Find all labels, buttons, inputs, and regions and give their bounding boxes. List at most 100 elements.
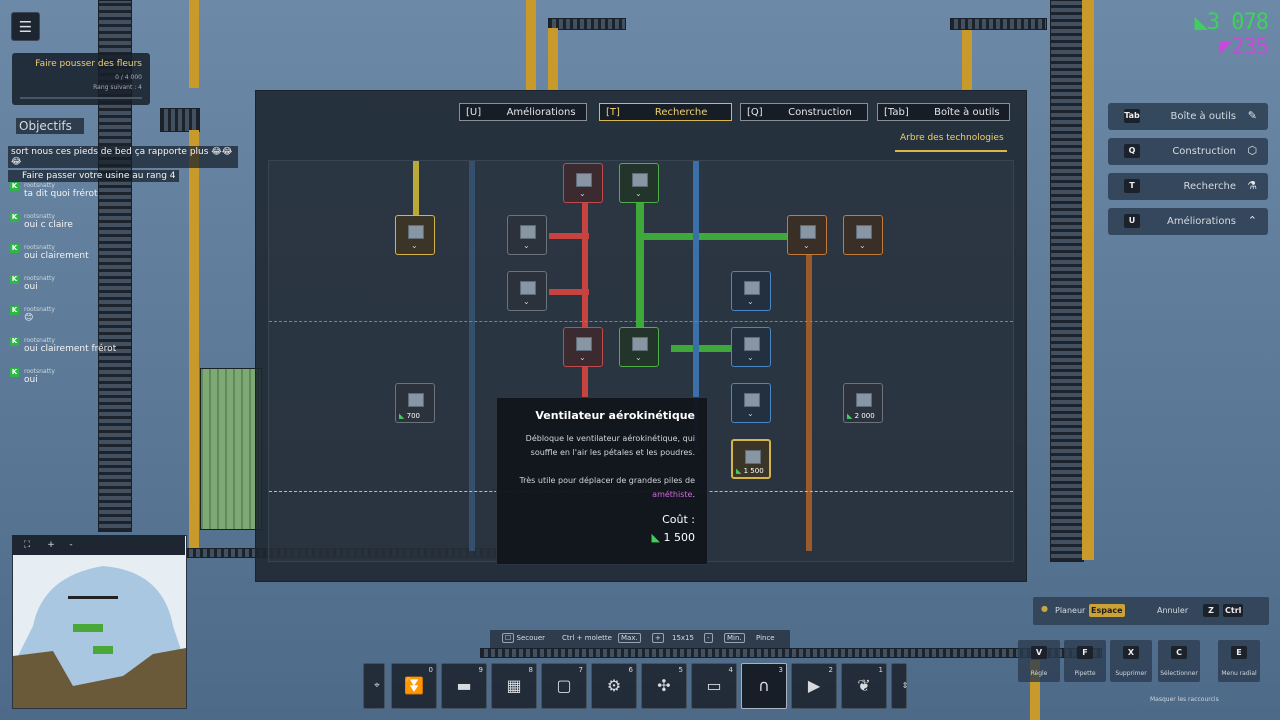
cube-icon: ⬡: [1247, 144, 1257, 157]
shortcut-ruler[interactable]: V Règle: [1018, 640, 1060, 682]
currency-display: ◣3 078 ◤235: [1194, 10, 1269, 60]
tech-tooltip: Ventilateur aérokinétique Débloque le ve…: [496, 397, 708, 565]
checkbox-icon[interactable]: ☐: [502, 633, 515, 643]
hamburger-icon: ☰: [18, 17, 33, 36]
zoom-out-button[interactable]: -: [64, 539, 78, 551]
shortcut-row: ● Planeur Espace Annuler Z Ctrl: [1033, 597, 1269, 625]
tech-node[interactable]: ⌄: [619, 327, 659, 367]
tech-node[interactable]: ⌄: [507, 271, 547, 311]
tree-link: [806, 251, 812, 551]
wrench-icon: ✎: [1247, 109, 1257, 122]
objective-title: Faire pousser des fleurs: [35, 59, 142, 69]
grinder-icon: ⚙: [606, 676, 622, 695]
chevron-down-icon: ⌄: [635, 189, 642, 198]
shortcut-select[interactable]: C Sélectionner: [1158, 640, 1200, 682]
kick-badge-icon: K: [10, 244, 19, 253]
support-pole: [548, 28, 558, 90]
chevron-down-icon: ⌄: [411, 241, 418, 250]
menu-button[interactable]: ☰: [11, 12, 40, 41]
tab-upgrades[interactable]: [U] Améliorations: [459, 103, 587, 121]
chevrons-up-icon: ⌃: [1247, 214, 1257, 227]
shortcut-radial-menu[interactable]: E Menu radial: [1218, 640, 1260, 682]
objective-next-rank: Rang suivant : 4: [93, 84, 142, 91]
girder-column: [1050, 0, 1084, 562]
hotbar: ⌖ 0 ⏬ 9 ▬ 8 ▦ 7 ▢ 6 ⚙ 5 ✣ 4 ▭ 3 ∩ 2 ▶ 1 ❦ ⇕: [363, 663, 909, 711]
hotbar-slot[interactable]: 1 ❦: [841, 663, 887, 709]
tree-link: [639, 233, 789, 240]
tooltip-cost-value: ◣ 1 500: [651, 531, 695, 544]
belt-icon: ▭: [706, 676, 722, 695]
green-currency: ◣3 078: [1194, 10, 1269, 35]
rank-line: [269, 321, 1013, 323]
chat-message: Krootsnatty 😊: [10, 306, 55, 323]
tech-node[interactable]: ⌄: [731, 383, 771, 423]
hotbar-slot[interactable]: 7 ▢: [541, 663, 587, 709]
fullscreen-icon[interactable]: ⛶: [20, 539, 34, 551]
tech-node-locked[interactable]: ◣ 2 000: [843, 383, 883, 423]
tab-research[interactable]: [T] Recherche: [599, 103, 732, 121]
kick-badge-icon: K: [10, 182, 19, 191]
tooltip-description-extra: Très utile pour déplacer de grandes pile…: [519, 476, 695, 499]
minimap[interactable]: [12, 535, 187, 709]
chevron-down-icon: ⌄: [859, 241, 866, 250]
support-pole: [189, 0, 199, 88]
funnel-icon: ⏬: [404, 676, 424, 695]
support-pole: [962, 20, 972, 90]
hotbar-side-tools[interactable]: ⌖: [363, 663, 385, 709]
zoom-in-button[interactable]: +: [44, 539, 58, 551]
objective-progress-bar: [20, 97, 142, 99]
side-item-research[interactable]: T Recherche ⚗: [1108, 173, 1268, 200]
tech-node[interactable]: ⌄: [731, 327, 771, 367]
conveyor-icon: ▬: [456, 676, 472, 695]
tech-node[interactable]: ⌄: [563, 327, 603, 367]
sprayer-icon: ▶: [807, 676, 821, 695]
girder-beam: [480, 648, 1102, 658]
tree-link: [636, 197, 644, 347]
tab-construction[interactable]: [Q] Construction: [740, 103, 868, 121]
shortcut-pipette[interactable]: F Pipette: [1064, 640, 1106, 682]
tree-link: [671, 345, 731, 352]
tooltip-cost-label: Coût :: [662, 513, 695, 526]
hotbar-scroll[interactable]: ⇕: [891, 663, 908, 709]
chevron-down-icon: ⌄: [579, 189, 586, 198]
hotbar-slot[interactable]: 2 ▶: [791, 663, 837, 709]
hide-shortcuts-link[interactable]: Masquer les raccourcis: [1150, 696, 1219, 703]
tech-node[interactable]: ⌄: [395, 215, 435, 255]
hotbar-slot[interactable]: 9 ▬: [441, 663, 487, 709]
chevron-down-icon: ⌄: [803, 241, 810, 250]
tech-node[interactable]: ⌄: [507, 215, 547, 255]
objectives-label[interactable]: Objectifs: [16, 118, 84, 134]
tech-node[interactable]: ⌄: [787, 215, 827, 255]
tree-link: [549, 233, 589, 239]
tech-tree-label: Arbre des technologies: [900, 133, 1004, 143]
green-gem-icon: ◣: [651, 531, 660, 544]
kick-badge-icon: K: [10, 275, 19, 284]
crosshair-icon: ⌖: [374, 680, 380, 691]
side-item-construction[interactable]: Q Construction ⬡: [1108, 138, 1268, 165]
tech-node[interactable]: ⌄: [563, 163, 603, 203]
chevron-down-icon: ⌄: [579, 353, 586, 362]
tech-node-locked[interactable]: ◣ 700: [395, 383, 435, 423]
chevron-down-icon: ⌄: [747, 297, 754, 306]
side-item-upgrades[interactable]: U Améliorations ⌃: [1108, 208, 1268, 235]
tooltip-title: Ventilateur aérokinétique: [535, 409, 695, 422]
tech-node[interactable]: ⌄: [731, 271, 771, 311]
tech-node[interactable]: ⌄: [619, 163, 659, 203]
hotbar-slot[interactable]: 6 ⚙: [591, 663, 637, 709]
chat-message: Faire passer votre usine au rang 4: [8, 170, 238, 182]
chat-message: Krootsnatty ta dit quoi frérot: [10, 182, 98, 199]
shortcut-delete[interactable]: X Supprimer: [1110, 640, 1152, 682]
side-item-toolbox[interactable]: Tab Boîte à outils ✎: [1108, 103, 1268, 130]
hotbar-slot[interactable]: 8 ▦: [491, 663, 537, 709]
hotbar-slot[interactable]: 4 ▭: [691, 663, 737, 709]
chevron-down-icon: ⌄: [747, 353, 754, 362]
chevron-down-icon: ⌄: [523, 241, 530, 250]
hotbar-slot[interactable]: 5 ✣: [641, 663, 687, 709]
hotbar-slot[interactable]: 0 ⏬: [391, 663, 437, 709]
tech-node[interactable]: ⌄: [843, 215, 883, 255]
green-gem-icon: ◣: [1194, 10, 1208, 35]
hotbar-slot-selected[interactable]: 3 ∩: [741, 663, 787, 709]
objective-card[interactable]: Faire pousser des fleurs 0 / 4 000 Rang …: [12, 53, 150, 105]
tab-toolbox[interactable]: [Tab] Boîte à outils: [877, 103, 1010, 121]
tech-node-selected[interactable]: ◣ 1 500: [731, 439, 771, 479]
